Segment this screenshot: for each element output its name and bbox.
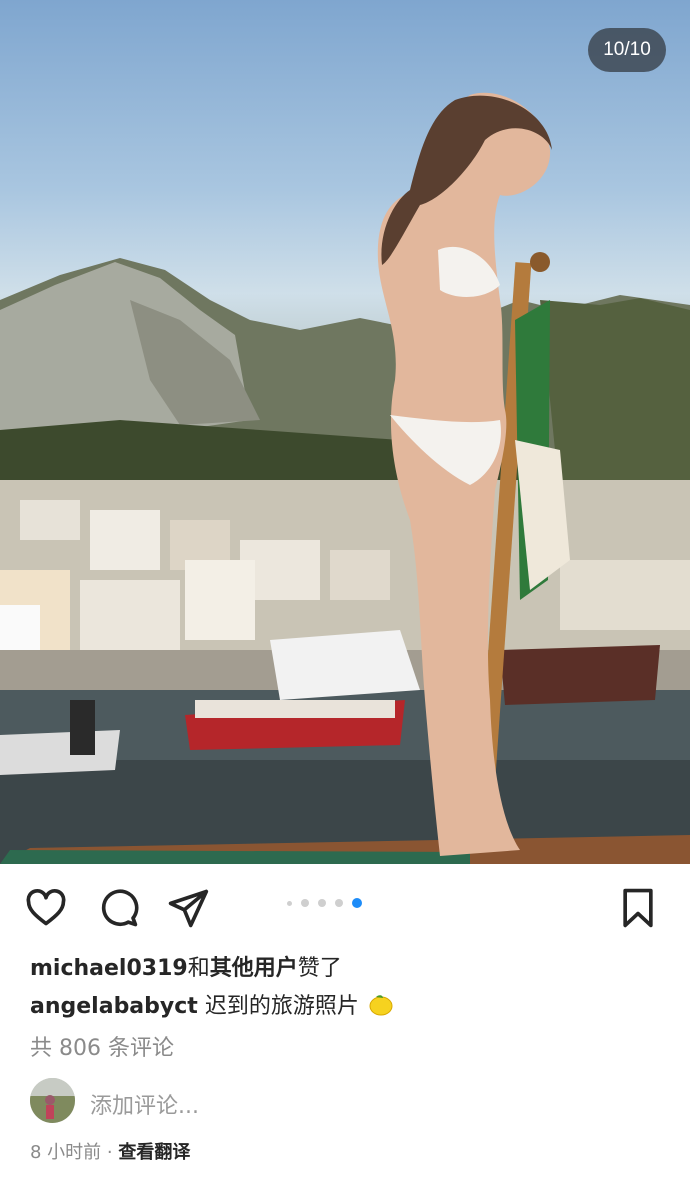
carousel-indicator bbox=[287, 898, 362, 908]
photo-scene bbox=[0, 92, 690, 864]
post-action-bar bbox=[0, 880, 690, 936]
heart-icon[interactable] bbox=[22, 884, 70, 932]
view-comments-link[interactable]: 共 806 条评论 bbox=[30, 1030, 174, 1062]
avatar[interactable] bbox=[30, 1078, 75, 1123]
carousel-dot-active bbox=[352, 898, 362, 908]
likes-connector: 和 bbox=[187, 956, 210, 981]
carousel-dot bbox=[301, 899, 309, 907]
add-comment-input[interactable]: 添加评论... bbox=[90, 1088, 199, 1120]
likes-suffix: 赞了 bbox=[297, 956, 342, 981]
carousel-dot bbox=[335, 899, 343, 907]
post-meta: 8 小时前 · 查看翻译 bbox=[30, 1138, 190, 1164]
likes-others[interactable]: 其他用户 bbox=[210, 956, 298, 981]
bookmark-icon[interactable] bbox=[614, 884, 662, 932]
paper-plane-icon[interactable] bbox=[164, 884, 212, 932]
post-photo[interactable]: 10/10 bbox=[0, 0, 690, 864]
post-time: 8 小时前 bbox=[30, 1142, 102, 1163]
carousel-dot bbox=[318, 899, 326, 907]
see-translation-link[interactable]: 查看翻译 bbox=[118, 1142, 190, 1163]
likes-summary[interactable]: michael0319和其他用户赞了 bbox=[30, 950, 342, 982]
lemon-icon bbox=[368, 993, 394, 1017]
caption-text: 迟到的旅游照片 bbox=[204, 994, 359, 1019]
comment-bubble-icon[interactable] bbox=[94, 884, 142, 932]
post-caption: angelababyct 迟到的旅游照片 bbox=[30, 988, 394, 1020]
carousel-counter-badge: 10/10 bbox=[588, 28, 666, 72]
meta-separator: · bbox=[106, 1142, 113, 1163]
liker-username[interactable]: michael0319 bbox=[30, 956, 188, 981]
carousel-dot bbox=[287, 900, 292, 906]
author-username[interactable]: angelababyct bbox=[30, 994, 198, 1019]
